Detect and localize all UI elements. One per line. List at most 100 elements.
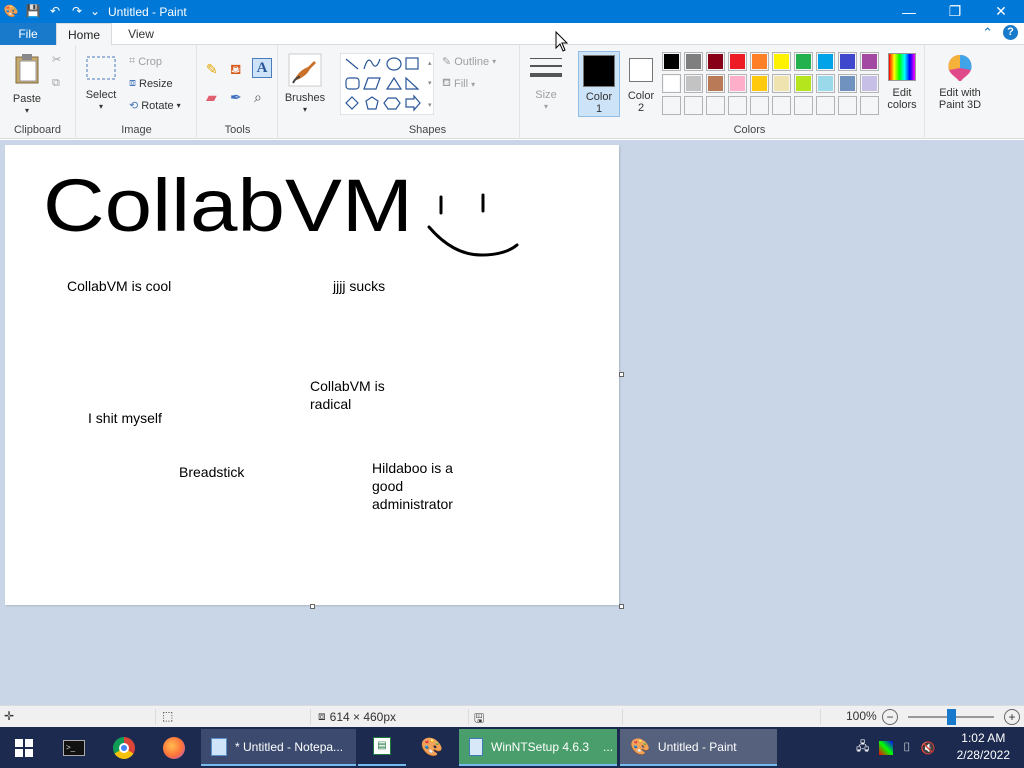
palette-swatch[interactable]: [750, 74, 769, 93]
palette-swatch[interactable]: [816, 74, 835, 93]
pencil-icon[interactable]: ✎: [206, 61, 218, 78]
palette-swatch-empty[interactable]: [860, 96, 879, 115]
tab-home[interactable]: Home: [56, 23, 112, 46]
network-tray-icon[interactable]: 🖧: [856, 737, 869, 758]
palette-swatch[interactable]: [794, 52, 813, 71]
select-rect-icon: [86, 56, 116, 80]
resize-handle-corner[interactable]: [619, 604, 624, 609]
zoom-slider-thumb[interactable]: [947, 709, 956, 725]
palette-swatch[interactable]: [772, 74, 791, 93]
palette-swatch[interactable]: [662, 52, 681, 71]
magnifier-icon[interactable]: ⌕: [254, 89, 262, 106]
palette-swatch-empty[interactable]: [728, 96, 747, 115]
ribbon-tabs: File Home View ⌃ ?: [0, 23, 1024, 46]
resize-handle-bottom[interactable]: [310, 604, 315, 609]
maximize-button[interactable]: ❐: [932, 0, 978, 23]
redo-icon[interactable]: ↷: [66, 0, 88, 23]
palette-swatch[interactable]: [728, 52, 747, 71]
customize-qa-chevron-icon[interactable]: ⌄: [88, 0, 102, 23]
cmd-taskbar-icon[interactable]: >_: [50, 727, 98, 768]
color2-button[interactable]: Color 2: [623, 54, 659, 114]
selection-size-icon: ⬚: [162, 709, 174, 723]
rotate-button[interactable]: ⟲ Rotate ▾: [129, 99, 181, 113]
zoom-out-button[interactable]: −: [882, 709, 898, 725]
palette-swatch[interactable]: [772, 52, 791, 71]
copy-icon[interactable]: ⧉: [52, 77, 60, 90]
palette-swatch[interactable]: [750, 52, 769, 71]
edit-colors-button[interactable]: Edit colors: [882, 53, 922, 111]
minimize-button[interactable]: —: [886, 0, 932, 23]
palette-swatch[interactable]: [706, 52, 725, 71]
chrome-taskbar-icon[interactable]: [100, 727, 148, 768]
clipboard-icon: [15, 54, 39, 84]
rotate-icon: ⟲: [129, 100, 139, 112]
start-button[interactable]: [0, 727, 48, 768]
chevron-down-icon: ▾: [302, 105, 307, 114]
quick-access-toolbar: 🎨 💾 ↶ ↷ ⌄: [0, 0, 102, 23]
palette-swatch[interactable]: [684, 74, 703, 93]
select-button[interactable]: Select ▾: [83, 55, 119, 113]
image-group-label: Image: [121, 124, 152, 136]
taskbar-paint[interactable]: 🎨 Untitled - Paint: [620, 729, 777, 766]
palette-swatch[interactable]: [838, 52, 857, 71]
fill-button[interactable]: ⛾ Fill ▾: [442, 77, 475, 91]
cut-icon[interactable]: ✂: [52, 53, 61, 66]
color-tray-icon[interactable]: [879, 740, 894, 755]
palette-swatch[interactable]: [684, 52, 703, 71]
palette-swatch[interactable]: [860, 52, 879, 71]
palette-swatch[interactable]: [838, 74, 857, 93]
taskbar-winntsetup[interactable]: WinNTSetup 4.6.3 ...: [459, 729, 617, 766]
tab-file[interactable]: File: [0, 23, 56, 45]
paint-app-icon[interactable]: 🎨: [0, 0, 22, 23]
help-icon[interactable]: ?: [1003, 25, 1018, 40]
fill-bucket-icon: ⛾: [442, 77, 451, 89]
taskbar-notepad[interactable]: * Untitled - Notepa...: [201, 729, 356, 766]
palette-swatch-empty[interactable]: [838, 96, 857, 115]
palette-swatch[interactable]: [860, 74, 879, 93]
ribbon: Paste ▾ ✂ ⧉ Clipboard Select ▾ ⌗ Crop ⧈ Re…: [0, 45, 1024, 139]
brushes-button[interactable]: Brushes ▾: [281, 53, 329, 116]
close-button[interactable]: ✕: [978, 0, 1024, 23]
palette-swatch-empty[interactable]: [750, 96, 769, 115]
zoom-in-button[interactable]: +: [1004, 709, 1020, 725]
undo-icon[interactable]: ↶: [44, 0, 66, 23]
spreadsheet-taskbar-icon[interactable]: ▤: [358, 727, 406, 766]
mouse-cursor-icon: [555, 31, 569, 52]
resize-button[interactable]: ⧈ Resize: [129, 77, 173, 90]
eraser-icon[interactable]: ▰: [206, 89, 217, 106]
outline-button[interactable]: ✎ Outline ▾: [442, 55, 496, 69]
palette-swatch[interactable]: [794, 74, 813, 93]
save-icon[interactable]: 💾: [22, 0, 44, 23]
palette-swatch-empty[interactable]: [662, 96, 681, 115]
fill-bucket-icon[interactable]: ⛾: [230, 61, 241, 80]
color1-button[interactable]: Color 1: [578, 51, 620, 117]
crop-button[interactable]: ⌗ Crop: [129, 55, 162, 68]
palette-swatch-empty[interactable]: [772, 96, 791, 115]
size-button[interactable]: Size ▾: [524, 55, 568, 113]
paint-taskbar-pinned-icon[interactable]: 🎨: [408, 727, 456, 768]
palette-swatch[interactable]: [728, 74, 747, 93]
resize-handle-right[interactable]: [619, 372, 624, 377]
firefox-taskbar-icon[interactable]: [150, 727, 198, 768]
collapse-ribbon-icon[interactable]: ⌃: [982, 25, 993, 41]
smiley-face: [427, 193, 519, 257]
tab-view[interactable]: View: [116, 23, 166, 45]
palette-swatch[interactable]: [662, 74, 681, 93]
text-tool-icon[interactable]: A: [252, 58, 272, 78]
color-picker-icon[interactable]: ✒: [230, 89, 242, 106]
palette-swatch-empty[interactable]: [794, 96, 813, 115]
palette-swatch-empty[interactable]: [684, 96, 703, 115]
shapes-gallery[interactable]: ▴ ▾ ▾: [340, 53, 434, 115]
usb-tray-icon[interactable]: ⌷: [903, 740, 910, 755]
drawing-canvas[interactable]: CollabVM CollabVM is cool jjjj sucks Col…: [5, 145, 619, 605]
paste-button[interactable]: Paste ▾: [10, 53, 44, 117]
window-title: Untitled - Paint: [108, 4, 187, 19]
palette-swatch[interactable]: [706, 74, 725, 93]
color1-swatch: [583, 55, 615, 87]
palette-swatch-empty[interactable]: [706, 96, 725, 115]
palette-swatch-empty[interactable]: [816, 96, 835, 115]
taskbar-clock[interactable]: 1:02 AM 2/28/2022: [957, 730, 1010, 764]
palette-swatch[interactable]: [816, 52, 835, 71]
volume-muted-icon[interactable]: 🔇: [921, 741, 936, 755]
edit-with-paint3d-button[interactable]: Edit with Paint 3D: [932, 53, 988, 111]
